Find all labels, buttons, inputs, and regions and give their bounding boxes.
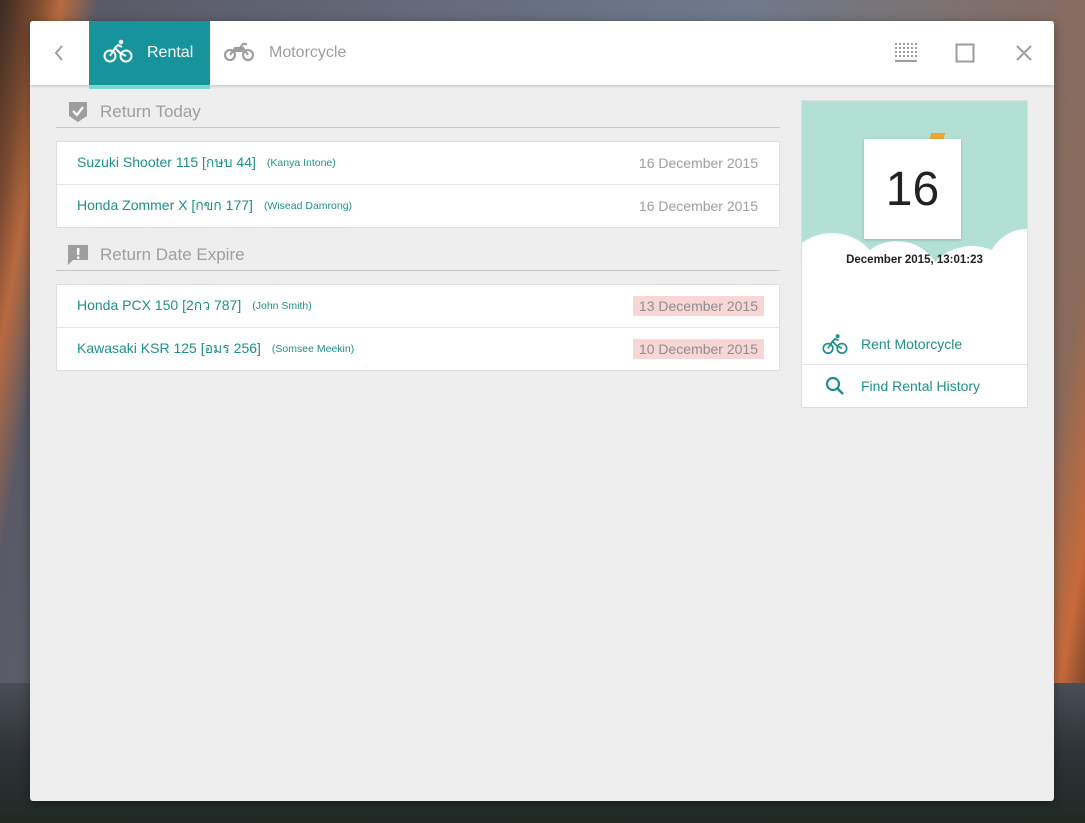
close-icon: [1016, 45, 1032, 61]
expired-date: 13 December 2015: [632, 296, 764, 316]
dots-grid-icon: [895, 43, 917, 62]
rent-motorcycle-button[interactable]: Rent Motorcycle: [802, 323, 1027, 365]
renter-name: (John Smith): [252, 300, 312, 312]
renter-name: (Wisead Damrong): [263, 200, 353, 212]
list-item[interactable]: Honda Zommer X [กขก 177] (Wisead Damrong…: [57, 185, 779, 227]
list-item[interactable]: Kawasaki KSR 125 [อมร 256] (Somsee Meeki…: [57, 328, 779, 370]
find-rental-history-button[interactable]: Find Rental History: [802, 365, 1027, 406]
bicycle-icon: [822, 333, 848, 355]
maximize-button[interactable]: [949, 37, 981, 69]
return-date: 16 December 2015: [638, 155, 758, 171]
close-button[interactable]: [1008, 37, 1040, 69]
chevron-left-icon: [54, 45, 63, 61]
vehicle-name: Suzuki Shooter 115 [กษบ 44]: [77, 154, 256, 170]
return-today-title: Return Today: [100, 102, 201, 121]
vehicle-name: Honda Zommer X [กขก 177]: [77, 197, 253, 213]
search-icon: [822, 375, 848, 397]
return-expire-title: Return Date Expire: [100, 245, 245, 264]
return-today-list: Suzuki Shooter 115 [กษบ 44] (Kanya Inton…: [56, 141, 780, 228]
renter-name: (Somsee Meekin): [271, 343, 355, 355]
return-date: 16 December 2015: [638, 198, 758, 214]
tab-motorcycle-label: Motorcycle: [269, 44, 347, 61]
renter-name: (Kanya Intone): [266, 157, 336, 169]
list-item[interactable]: Suzuki Shooter 115 [กษบ 44] (Kanya Inton…: [57, 142, 779, 185]
bicycle-icon: [103, 39, 133, 68]
return-today-header: Return Today: [56, 97, 780, 128]
tab-rental[interactable]: Rental: [89, 21, 210, 89]
motorcycle-icon: [223, 40, 255, 67]
current-datetime: December 2015, 13:01:23: [846, 254, 983, 266]
return-expire-header: Return Date Expire: [56, 240, 780, 271]
tab-rental-label: Rental: [147, 44, 194, 61]
shield-check-icon: [67, 101, 89, 123]
calendar-illustration: 16 December 2015, 13:01:23: [802, 101, 1027, 323]
vehicle-name: Kawasaki KSR 125 [อมร 256]: [77, 340, 261, 356]
tab-motorcycle[interactable]: Motorcycle: [223, 21, 373, 85]
app-window: Rental Motorcycle Return Today Suzuki Sh…: [30, 21, 1054, 801]
return-expire-list: Honda PCX 150 [2กว 787] (John Smith) 13 …: [56, 284, 780, 371]
title-bar: Rental Motorcycle: [30, 21, 1054, 89]
keyboard-button[interactable]: [890, 37, 922, 69]
list-item[interactable]: Honda PCX 150 [2กว 787] (John Smith) 13 …: [57, 285, 779, 328]
vehicle-name: Honda PCX 150 [2กว 787]: [77, 297, 242, 313]
find-rental-history-label: Find Rental History: [861, 377, 981, 394]
expired-date: 10 December 2015: [632, 339, 764, 359]
alert-message-icon: [67, 244, 89, 266]
square-icon: [955, 43, 975, 63]
calendar-day: 16: [864, 139, 961, 239]
rent-motorcycle-label: Rent Motorcycle: [861, 335, 963, 352]
calendar-card: 16 December 2015, 13:01:23 Rent Motorcyc…: [801, 100, 1028, 408]
back-button[interactable]: [44, 39, 74, 67]
